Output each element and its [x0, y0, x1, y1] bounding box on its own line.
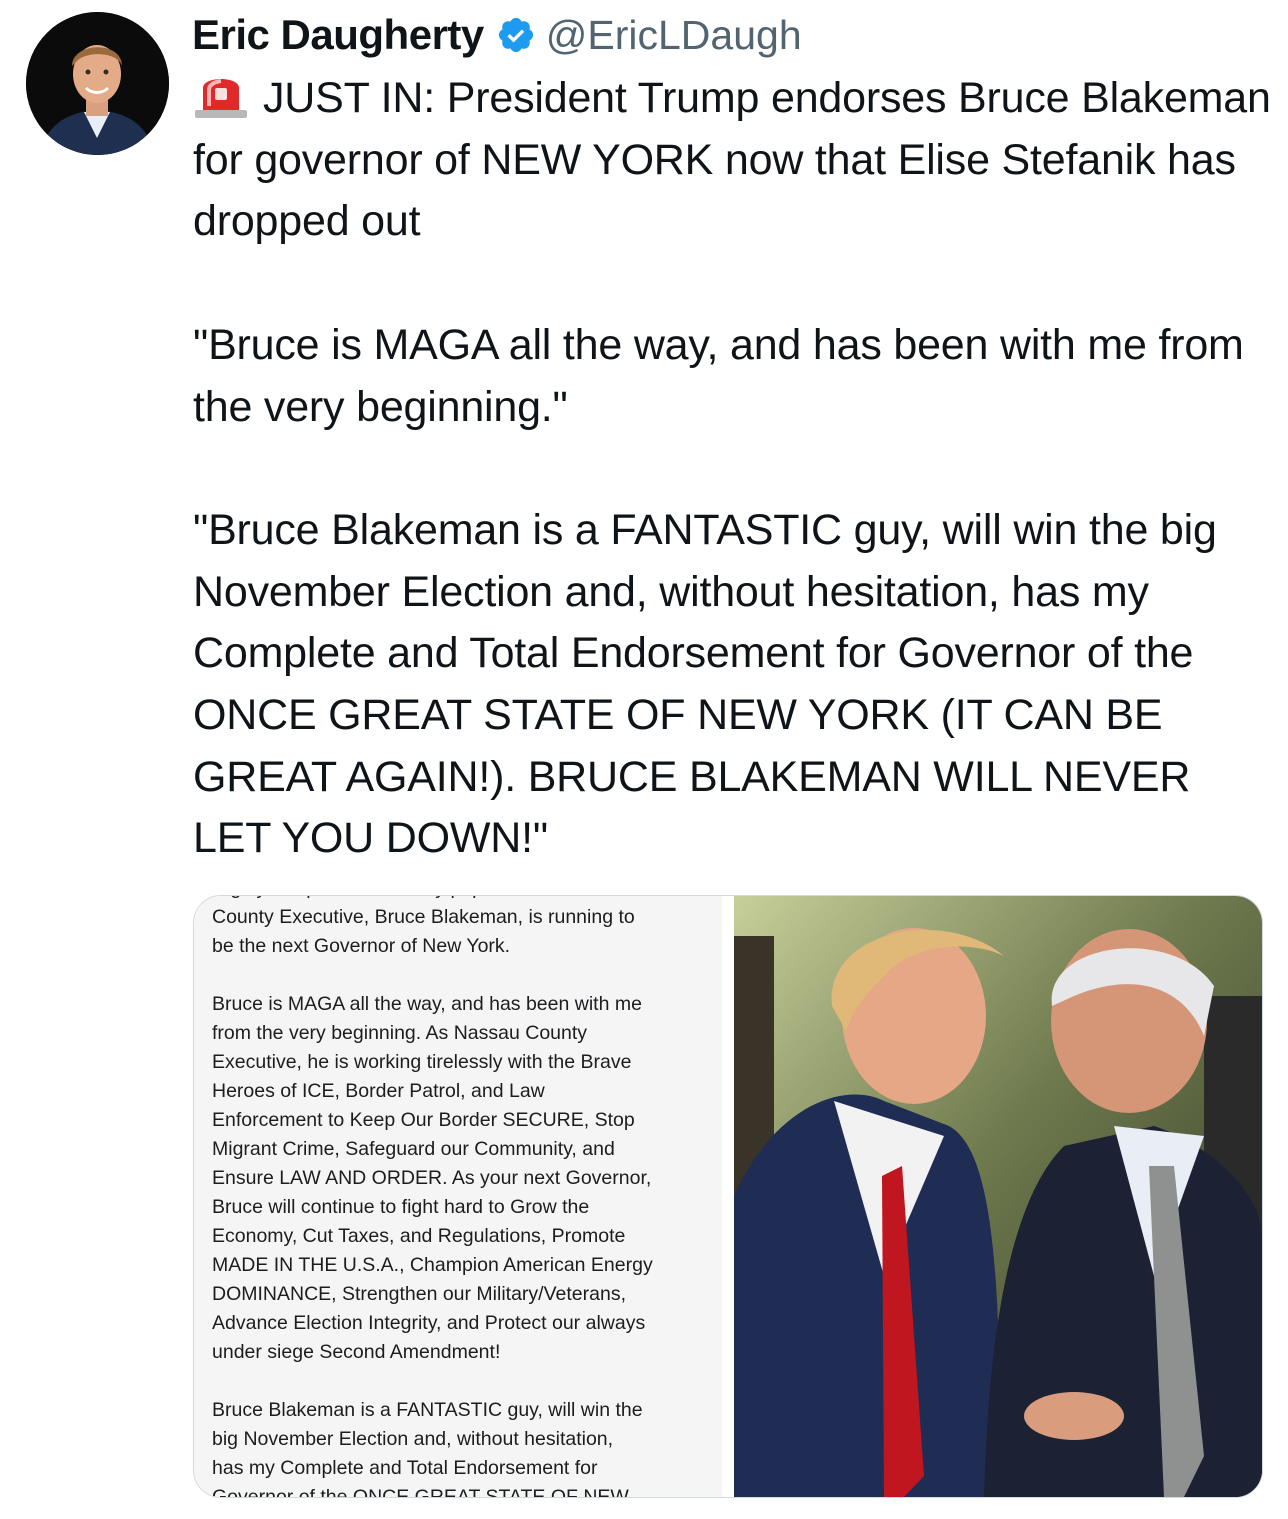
- truth-post-text: Highly Respected and very popular Nassau…: [212, 896, 653, 1497]
- tweet-header: Eric Daugherty @EricLDaugh: [192, 8, 802, 62]
- author-avatar[interactable]: [26, 12, 169, 155]
- police-siren-icon: [193, 72, 249, 118]
- author-handle[interactable]: @EricLDaugh: [546, 12, 802, 59]
- tweet-body: JUST IN: President Trump endorses Bruce …: [193, 68, 1278, 870]
- photo-two-men[interactable]: [734, 896, 1262, 1497]
- verified-badge-icon: [496, 15, 536, 55]
- author-name[interactable]: Eric Daugherty: [192, 11, 484, 59]
- tweet-text: JUST IN: President Trump endorses Bruce …: [193, 74, 1271, 863]
- tweet-media[interactable]: Highly Respected and very popular Nassau…: [193, 895, 1263, 1498]
- truth-post-screenshot[interactable]: Highly Respected and very popular Nassau…: [194, 896, 722, 1497]
